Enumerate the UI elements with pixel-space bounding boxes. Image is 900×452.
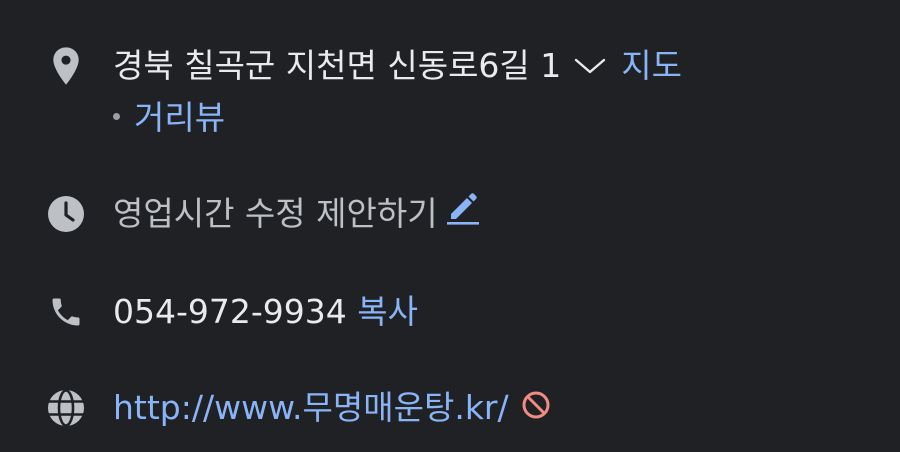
hours-line[interactable]: 영업시간 수정 제안하기 — [113, 192, 480, 239]
copy-link[interactable]: 복사 — [357, 292, 418, 331]
pencil-icon[interactable] — [446, 189, 480, 236]
hours-suggest-text[interactable]: 영업시간 수정 제안하기 — [113, 194, 438, 233]
hours-row[interactable]: 영업시간 수정 제안하기 — [0, 192, 900, 236]
phone-icon — [44, 290, 88, 334]
website-line: http://www.무명매운탕.kr/ — [113, 386, 551, 432]
street-view-line: 거리뷰 — [113, 96, 225, 140]
phone-number[interactable]: 054-972-9934 — [113, 292, 347, 331]
address-line[interactable]: 경북 칠곡군 지천면 신동로6길 1 지도 — [113, 44, 682, 90]
street-view-link[interactable]: 거리뷰 — [134, 98, 225, 137]
chevron-down-icon[interactable] — [573, 43, 607, 87]
clock-icon — [44, 192, 88, 236]
address-text[interactable]: 경북 칠곡군 지천면 신동로6길 1 — [113, 46, 561, 85]
separator-dot — [113, 113, 120, 120]
website-link[interactable]: http://www.무명매운탕.kr/ — [113, 388, 509, 427]
website-row: http://www.무명매운탕.kr/ — [0, 386, 900, 430]
phone-line: 054-972-9934 복사 — [113, 290, 418, 334]
map-link[interactable]: 지도 — [621, 46, 682, 85]
blocked-icon — [521, 387, 551, 431]
location-pin-icon — [44, 44, 88, 88]
globe-icon — [44, 386, 88, 430]
phone-row: 054-972-9934 복사 — [0, 290, 900, 334]
address-row: 경북 칠곡군 지천면 신동로6길 1 지도 거리뷰 — [0, 0, 900, 150]
